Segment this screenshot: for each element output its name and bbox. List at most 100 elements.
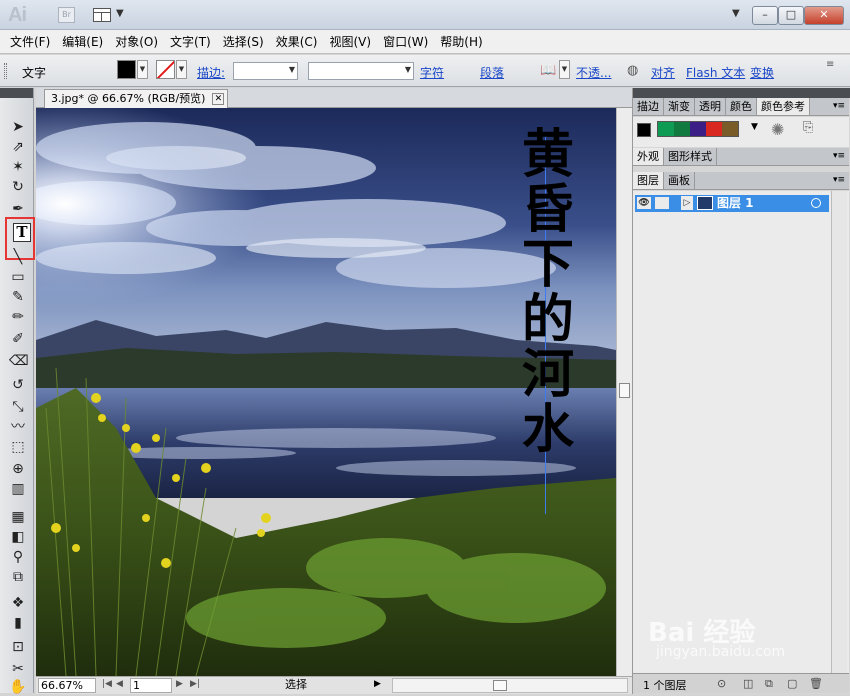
menu-file[interactable]: 文件(F) [4,33,56,50]
delete-layer-icon[interactable]: 🗑 [809,677,823,690]
scroll-thumb[interactable] [619,383,630,398]
new-layer-icon[interactable]: ▢ [787,677,797,690]
guide-swatch[interactable] [690,122,706,136]
flash-text-link[interactable]: Flash 文本 [686,64,745,81]
layer-row[interactable]: 👁 ▷ 图层 1 [635,195,829,212]
tab-transparency[interactable]: 透明 [695,98,726,115]
opacity-link[interactable]: 不透... [576,64,611,81]
next-artboard-icon[interactable]: ▶ [176,679,183,689]
dock-header[interactable] [633,88,850,98]
align-link[interactable]: 对齐 [651,64,675,81]
slice-tool-icon[interactable]: ✂ [9,660,27,678]
menu-select[interactable]: 选择(S) [217,33,270,50]
prev-artboard-icon[interactable]: ◀ [116,679,123,689]
color-group-icon[interactable]: ✺ [771,120,784,139]
bridge-button[interactable]: Br [58,7,75,23]
column-graph-tool-icon[interactable]: ▮ [9,614,27,632]
pen-tool-icon[interactable]: ✒ [9,200,27,218]
panel-menu-icon[interactable]: ▾≡ [833,172,849,189]
tab-color[interactable]: 颜色 [726,98,757,115]
save-color-group-icon[interactable]: ⎘ [803,120,813,135]
vertical-text-object[interactable]: 黄 昏 下 的 河 水 [516,128,580,458]
guide-swatch[interactable] [658,122,674,136]
close-tab-icon[interactable]: ✕ [212,93,225,105]
tab-stroke[interactable]: 描边 [633,98,664,115]
maximize-button[interactable]: □ [778,6,804,25]
vertical-scrollbar[interactable] [616,108,632,676]
guide-swatch[interactable] [674,122,690,136]
stroke-color-swatch[interactable] [156,60,175,79]
zoom-select[interactable]: 66.67% [38,678,96,693]
locate-object-icon[interactable]: ⊙ [717,677,726,690]
fill-dropdown-icon[interactable]: ▼ [137,60,148,79]
eyedropper-tool-icon[interactable]: ⚲ [9,548,27,566]
tools-panel-header[interactable] [0,88,33,98]
shape-builder-tool-icon[interactable]: ⊕ [9,460,27,478]
minimize-button[interactable]: – [752,6,778,25]
horizontal-scrollbar[interactable] [392,678,628,693]
layer-name[interactable]: 图层 1 [717,195,754,212]
guide-swatch[interactable] [706,122,722,136]
base-color-swatch[interactable] [637,123,651,137]
menu-window[interactable]: 窗口(W) [377,33,434,50]
menu-type[interactable]: 文字(T) [164,33,217,50]
direct-selection-tool-icon[interactable]: ⇗ [9,138,27,156]
blob-brush-tool-icon[interactable]: ✐ [9,330,27,348]
harmony-dropdown-icon[interactable]: ▼ [751,122,758,132]
visibility-eye-icon[interactable]: 👁 [637,197,651,209]
last-artboard-icon[interactable]: ▶| [190,679,200,689]
tab-layers[interactable]: 图层 [633,172,664,189]
symbol-sprayer-tool-icon[interactable]: ❖ [9,594,27,612]
status-mode-label[interactable]: 选择 [206,678,386,693]
recolor-icon[interactable]: ◍ [627,63,638,78]
rectangle-tool-icon[interactable]: ▭ [9,268,27,286]
tab-graphic-styles[interactable]: 图形样式 [664,148,717,165]
layers-scrollbar[interactable] [831,191,847,673]
harmony-swatches[interactable] [657,121,739,137]
panel-grip-icon[interactable] [4,63,7,79]
tab-appearance[interactable]: 外观 [633,148,664,165]
arrange-documents-button[interactable]: ▼ [93,7,127,23]
first-artboard-icon[interactable]: |◀ [102,679,112,689]
menu-view[interactable]: 视图(V) [323,33,377,50]
blend-tool-icon[interactable]: ⧉ [9,568,27,586]
stroke-dropdown-icon[interactable]: ▼ [176,60,187,79]
paintbrush-tool-icon[interactable]: ✎ [9,288,27,306]
panel-menu-icon[interactable]: ▾≡ [833,148,849,165]
document-tab[interactable]: 3.jpg* @ 66.67% (RGB/预览) ✕ [44,89,229,108]
menu-edit[interactable]: 编辑(E) [56,33,109,50]
character-link[interactable]: 字符 [420,64,444,81]
transform-link[interactable]: 变换 [750,64,774,81]
selection-tool-icon[interactable]: ➤ [9,118,27,136]
pencil-tool-icon[interactable]: ✏ [9,308,27,326]
font-family-select[interactable]: ▼ [308,62,414,80]
warp-tool-icon[interactable]: 〰 [9,418,27,436]
menu-object[interactable]: 对象(O) [109,33,164,50]
mesh-tool-icon[interactable]: ▦ [9,508,27,526]
paragraph-link[interactable]: 段落 [480,64,504,81]
guide-swatch[interactable] [722,122,738,136]
style-book-icon[interactable]: 📖 [540,63,556,78]
fill-color-swatch[interactable] [117,60,136,79]
rotate-tool-icon[interactable]: ↺ [9,376,27,394]
graph-tool-icon[interactable]: ▥ [9,480,27,498]
hand-tool-icon[interactable]: ✋ [9,678,27,696]
status-menu-icon[interactable]: ▶ [374,679,381,689]
menu-help[interactable]: 帮助(H) [434,33,488,50]
style-dropdown-icon[interactable]: ▼ [559,60,570,79]
tab-color-guide[interactable]: 颜色参考 [757,98,810,115]
menu-effect[interactable]: 效果(C) [270,33,324,50]
artboard-number-field[interactable]: 1 [130,678,172,693]
eraser-tool-icon[interactable]: ⌫ [9,352,29,370]
lock-toggle[interactable] [655,197,669,209]
scroll-thumb[interactable] [493,680,507,691]
scale-tool-icon[interactable]: ⤡ [9,398,27,416]
artboard-canvas[interactable]: 黄 昏 下 的 河 水 [36,108,616,676]
tab-artboards[interactable]: 画板 [664,172,695,189]
gradient-tool-icon[interactable]: ◧ [9,528,27,546]
artboard-tool-icon[interactable]: ⊡ [9,638,27,656]
free-transform-tool-icon[interactable]: ⬚ [9,438,27,456]
panel-menu-icon[interactable]: ▾≡ [833,98,849,115]
tab-gradient[interactable]: 渐变 [664,98,695,115]
clipping-mask-icon[interactable]: ◫ [743,677,753,690]
